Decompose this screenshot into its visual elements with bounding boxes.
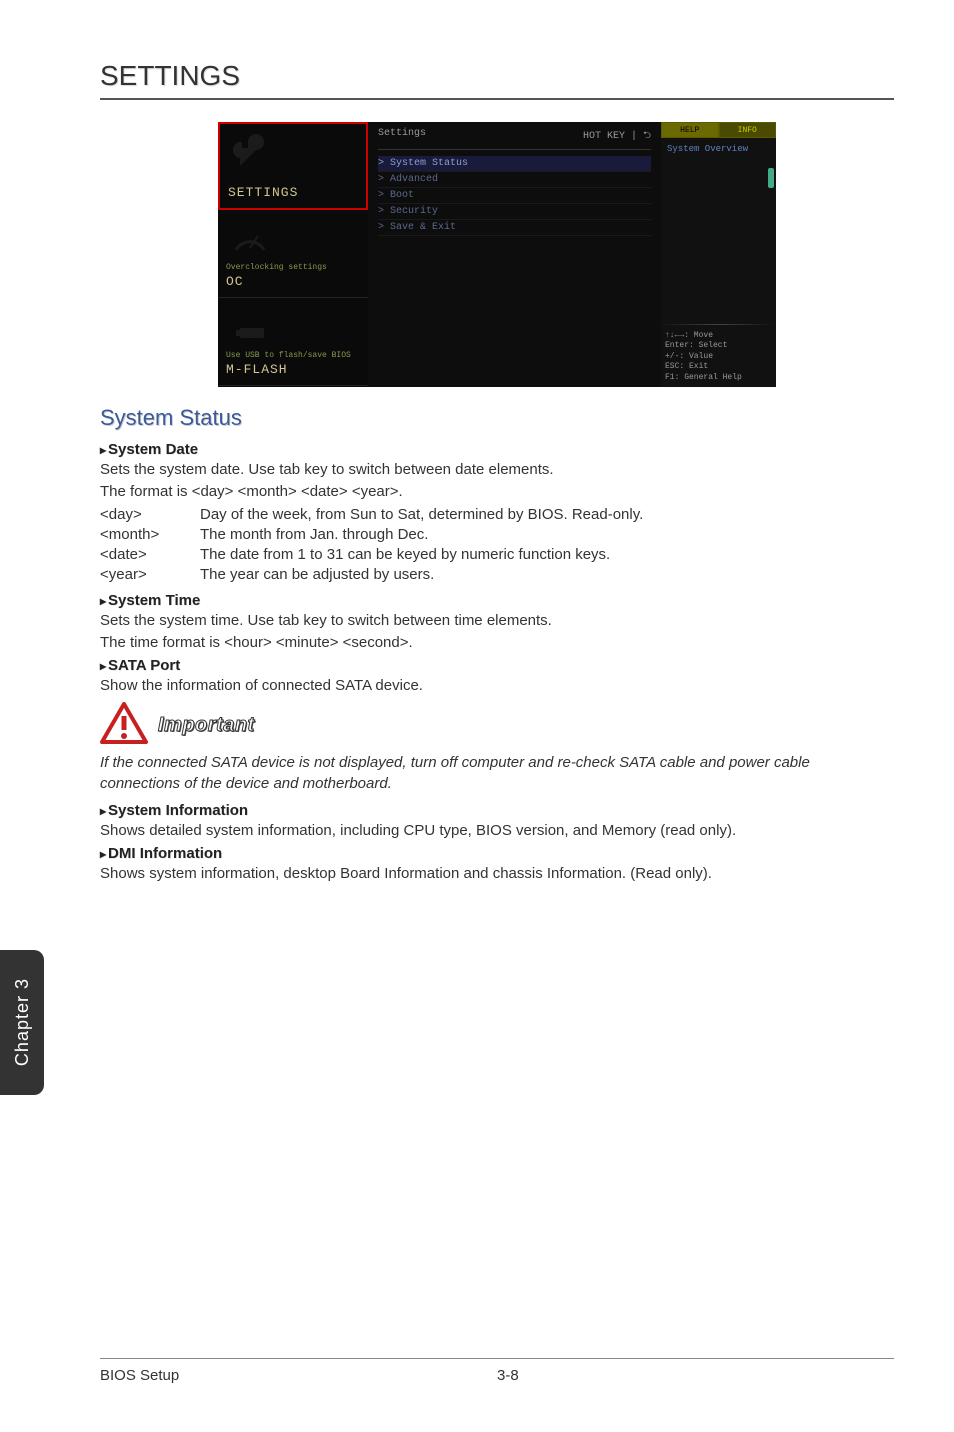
system-date-line2: The format is <day> <month> <date> <year… [100, 482, 894, 502]
table-row: <year> The year can be adjusted by users… [100, 565, 894, 585]
term-year: <year> [100, 565, 200, 585]
section-heading-system-status: System Status [100, 405, 894, 431]
term-date: <date> [100, 545, 200, 565]
footer-left: BIOS Setup [100, 1367, 497, 1384]
sata-port-line1: Show the information of connected SATA d… [100, 676, 894, 696]
table-row: <date> The date from 1 to 31 can be keye… [100, 545, 894, 565]
divider [661, 324, 776, 325]
tab-info[interactable]: INFO [719, 122, 777, 138]
sidebar-title-2: M-FLASH [226, 362, 360, 377]
key-esc: ESC: Exit [665, 362, 772, 372]
table-row: <month> The month from Jan. through Dec. [100, 525, 894, 545]
bios-main-header-right: HOT KEY | ⮌ [583, 128, 651, 145]
heading-system-information: System Information [100, 802, 894, 819]
bios-menu-save-exit[interactable]: > Save & Exit [378, 220, 651, 236]
bios-menu-security[interactable]: > Security [378, 204, 651, 220]
heading-system-time: System Time [100, 592, 894, 609]
bios-main-header-left: Settings [378, 128, 426, 145]
key-f1: F1: General Help [665, 373, 772, 383]
bios-right-panel: HELP INFO System Overview ↑↓←→: Move Ent… [661, 122, 776, 387]
key-value: +/-: Value [665, 352, 772, 362]
bios-menu-advanced[interactable]: > Advanced [378, 172, 651, 188]
chapter-tab: Chapter 3 [0, 950, 44, 1095]
wrench-icon [232, 134, 272, 179]
heading-sata-port: SATA Port [100, 657, 894, 674]
desc-date: The date from 1 to 31 can be keyed by nu… [200, 545, 894, 565]
bios-menu-system-status[interactable]: > System Status [378, 156, 651, 172]
tab-help[interactable]: HELP [661, 122, 719, 138]
heading-dmi-information: DMI Information [100, 845, 894, 862]
sidebar-title-1: OC [226, 274, 360, 289]
scrollbar-thumb[interactable] [768, 168, 774, 188]
important-callout: Important [100, 702, 894, 749]
desc-day: Day of the week, from Sun to Sat, determ… [200, 505, 894, 525]
bios-right-tabs: HELP INFO [661, 122, 776, 138]
system-date-line1: Sets the system date. Use tab key to swi… [100, 460, 894, 480]
sidebar-item-oc[interactable]: Overclocking settings OC [218, 210, 368, 298]
heading-system-date: System Date [100, 441, 894, 458]
bios-main-panel: Settings HOT KEY | ⮌ > System Status > A… [368, 122, 661, 387]
usb-icon [230, 308, 270, 353]
important-label: Important [158, 714, 255, 737]
sidebar-title-0: SETTINGS [228, 185, 358, 200]
page-footer: BIOS Setup 3-8 [100, 1358, 894, 1384]
dmi-info-text: Shows system information, desktop Board … [100, 864, 894, 884]
warning-icon [100, 702, 148, 749]
desc-month: The month from Jan. through Dec. [200, 525, 894, 545]
system-date-table: <day> Day of the week, from Sun to Sat, … [100, 505, 894, 586]
bios-menu-boot[interactable]: > Boot [378, 188, 651, 204]
bios-main-header: Settings HOT KEY | ⮌ [378, 128, 651, 150]
key-move: ↑↓←→: Move [665, 331, 772, 341]
system-time-line2: The time format is <hour> <minute> <seco… [100, 633, 894, 653]
sidebar-item-settings[interactable]: SETTINGS [218, 122, 368, 210]
term-month: <month> [100, 525, 200, 545]
page-title: SETTINGS [100, 60, 894, 100]
key-enter: Enter: Select [665, 341, 772, 351]
bios-help-content: System Overview [661, 138, 776, 322]
bios-keys-legend: ↑↓←→: Move Enter: Select +/-: Value ESC:… [661, 327, 776, 387]
table-row: <day> Day of the week, from Sun to Sat, … [100, 505, 894, 525]
system-info-text: Shows detailed system information, inclu… [100, 821, 894, 841]
bios-sidebar: SETTINGS Overclocking settings OC Use US… [218, 122, 368, 387]
term-day: <day> [100, 505, 200, 525]
footer-page-number: 3-8 [497, 1367, 894, 1384]
desc-year: The year can be adjusted by users. [200, 565, 894, 585]
bios-help-text: System Overview [667, 144, 748, 154]
bios-screenshot: SETTINGS Overclocking settings OC Use US… [218, 122, 776, 387]
important-note: If the connected SATA device is not disp… [100, 753, 894, 794]
sidebar-item-mflash[interactable]: Use USB to flash/save BIOS M-FLASH [218, 298, 368, 386]
chapter-tab-text: Chapter 3 [12, 978, 33, 1066]
gauge-icon [230, 220, 270, 265]
system-time-line1: Sets the system time. Use tab key to swi… [100, 611, 894, 631]
